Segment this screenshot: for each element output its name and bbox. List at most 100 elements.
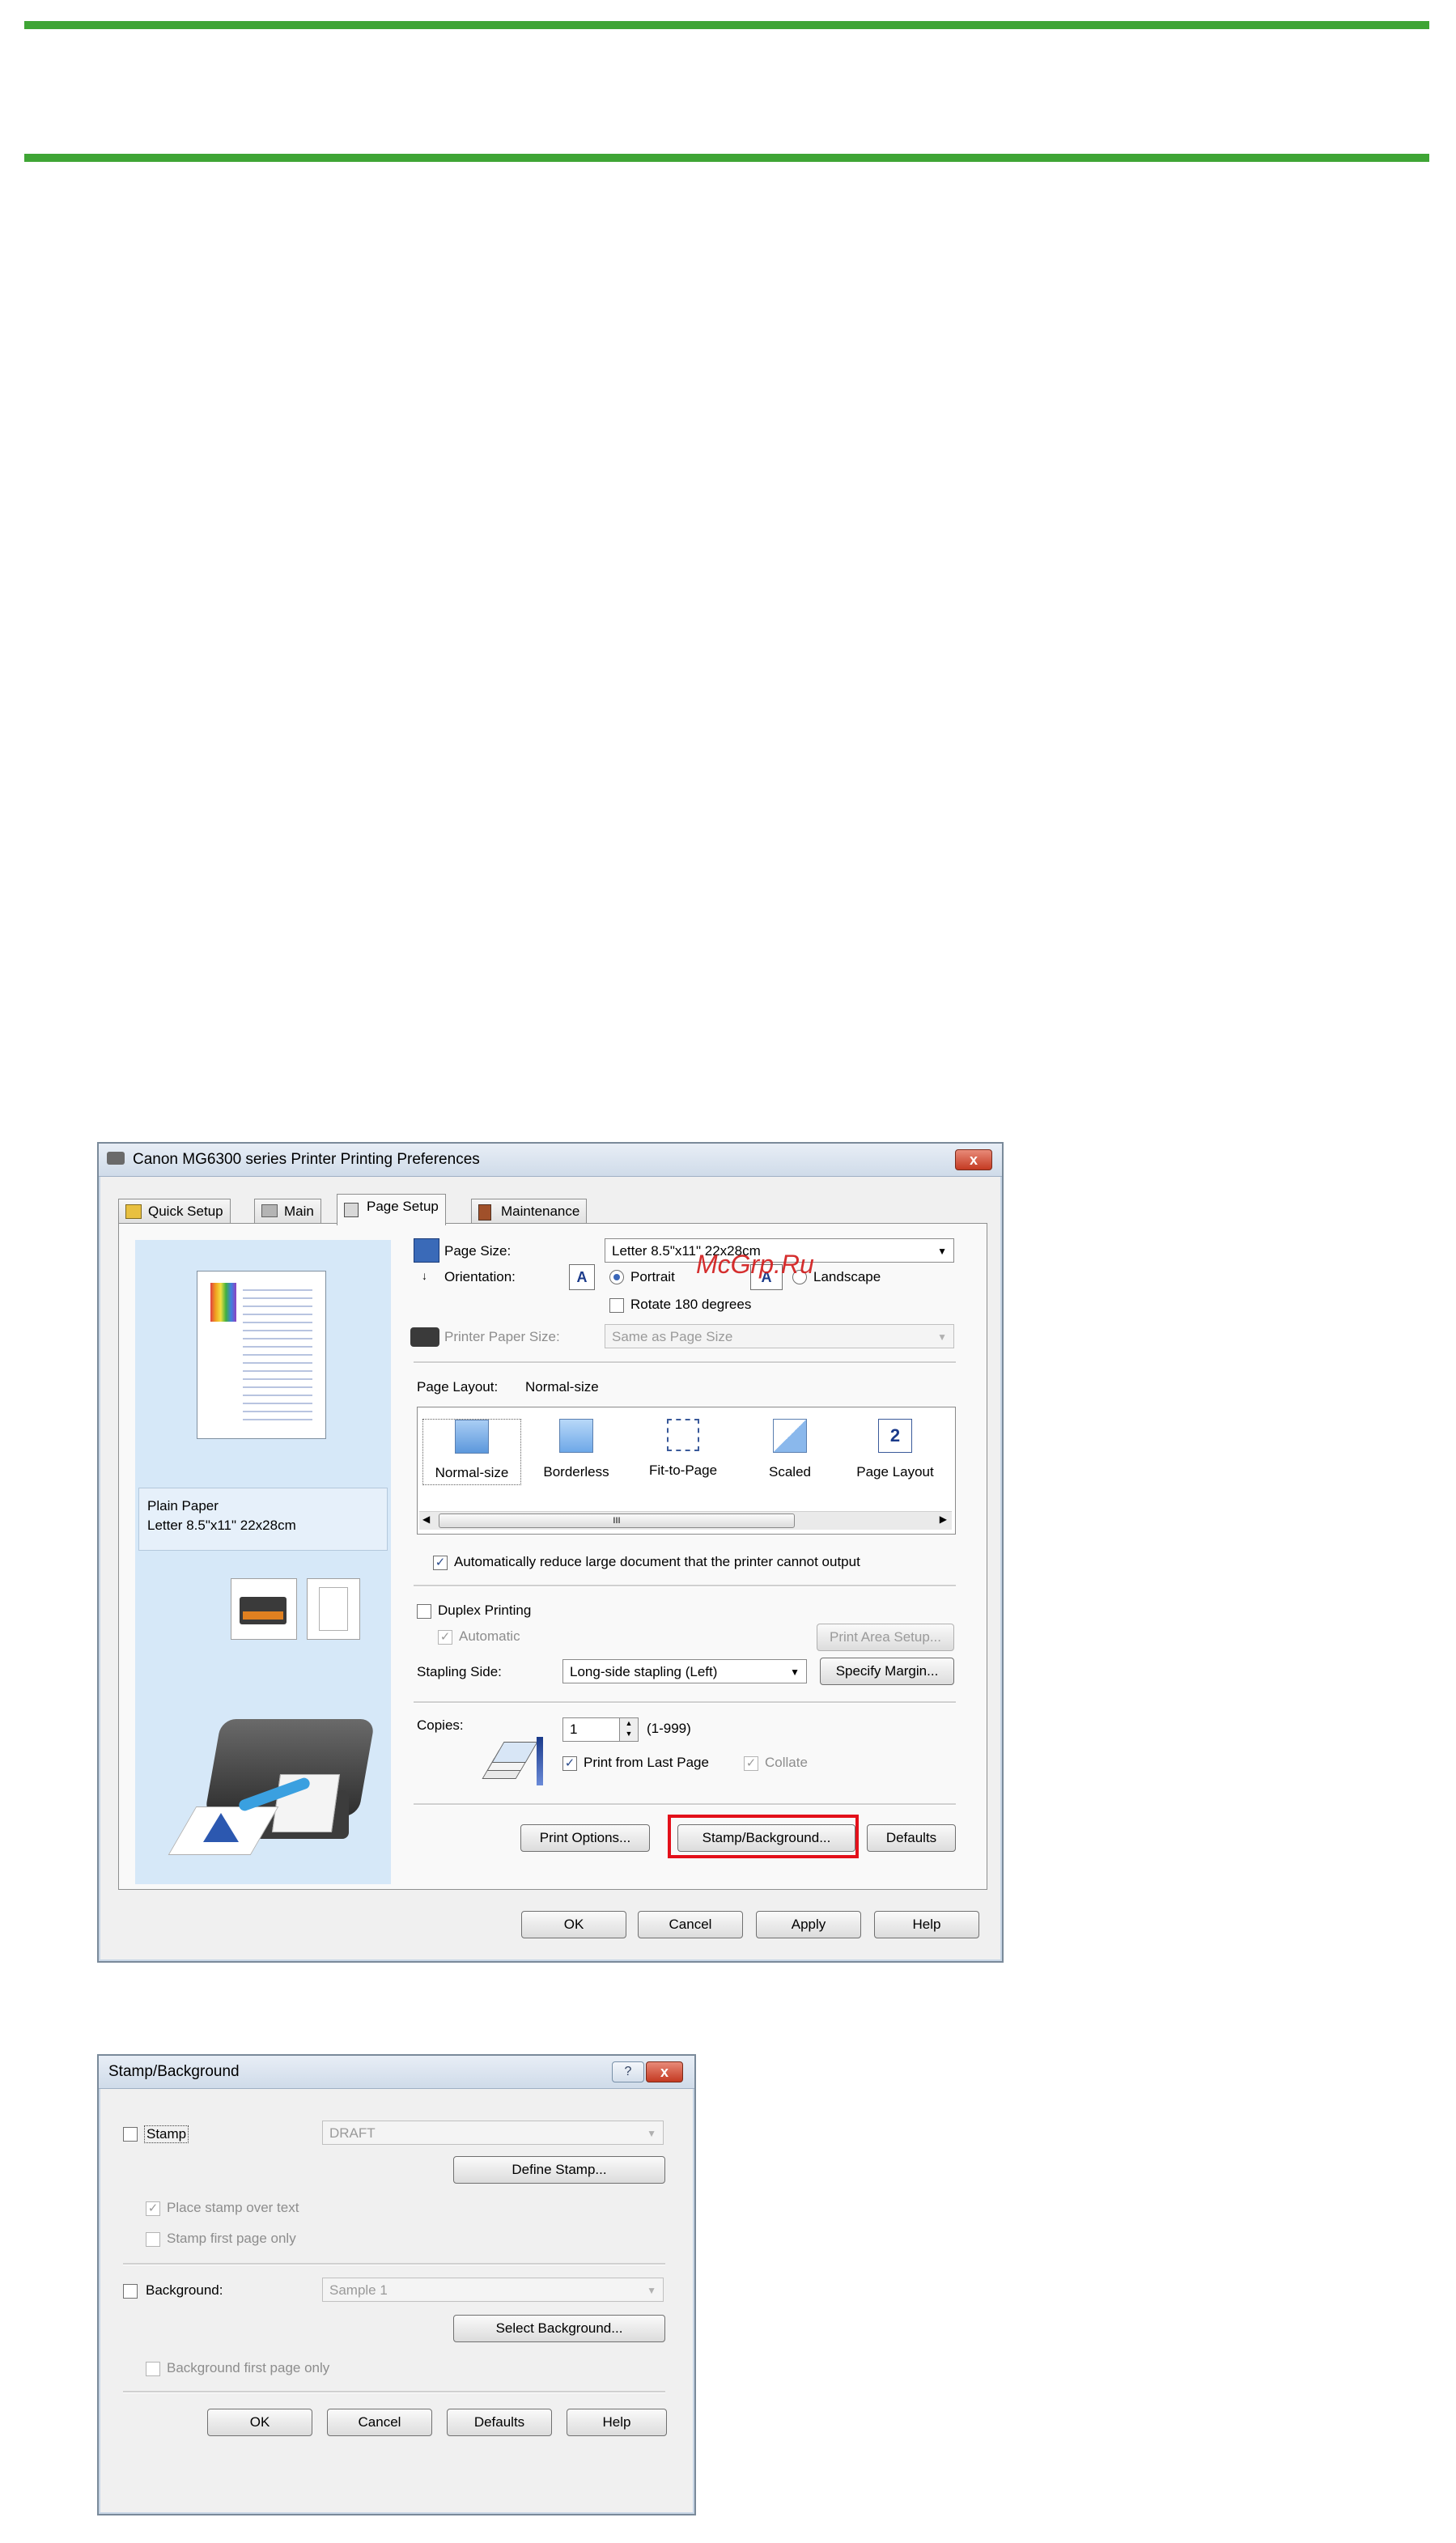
tab-quick-setup[interactable]: Quick Setup: [118, 1199, 231, 1224]
copies-stack-icon: [482, 1742, 538, 1785]
layout-option-fit-to-page[interactable]: Fit-to-Page: [635, 1419, 732, 1479]
layout-option-borderless[interactable]: Borderless: [528, 1419, 625, 1480]
layout-option-page-layout[interactable]: 2 Page Layout: [847, 1419, 944, 1480]
tab-quick-setup-label: Quick Setup: [148, 1204, 223, 1219]
stapling-side-select[interactable]: Long-side stapling (Left) ▼: [562, 1659, 807, 1683]
printer-illustration: [168, 1709, 376, 1863]
page-size-label: Page Size:: [444, 1243, 512, 1259]
printing-preferences-dialog: Canon MG6300 series Printer Printing Pre…: [97, 1142, 1004, 1963]
tab-page-setup[interactable]: Page Setup: [337, 1194, 446, 1225]
background-select[interactable]: Sample 1 ▼: [322, 2278, 664, 2302]
normal-size-icon: [455, 1420, 489, 1454]
page-setup-panel: Plain Paper Letter 8.5"x11" 22x28cm Page…: [118, 1223, 987, 1890]
scroll-left-icon[interactable]: ◀: [422, 1513, 430, 1525]
tab-maintenance[interactable]: Maintenance: [471, 1199, 588, 1224]
rotate-checkbox[interactable]: [609, 1298, 624, 1313]
separator: [414, 1701, 956, 1704]
place-stamp-over-text-checkbox[interactable]: ✓: [146, 2201, 160, 2216]
stamp-label[interactable]: Stamp: [144, 2125, 189, 2143]
automatic-label: Automatic: [459, 1628, 520, 1644]
portrait-label[interactable]: Portrait: [630, 1269, 675, 1285]
automatic-checkbox[interactable]: ✓: [438, 1630, 452, 1645]
stamp-background-highlight: [668, 1815, 859, 1858]
rotate-label[interactable]: Rotate 180 degrees: [630, 1297, 751, 1313]
background-first-page-checkbox[interactable]: [146, 2362, 160, 2376]
page-layout-icon: 2: [878, 1419, 912, 1453]
borderless-icon: [559, 1419, 593, 1453]
separator: [414, 1361, 956, 1364]
scroll-thumb[interactable]: III: [439, 1513, 795, 1528]
printer-paper-size-select[interactable]: Same as Page Size ▼: [605, 1324, 954, 1348]
layout-label: Fit-to-Page: [648, 1463, 718, 1478]
preview-color-image: [210, 1283, 236, 1322]
print-from-last-page-label[interactable]: Print from Last Page: [584, 1755, 709, 1771]
background-checkbox[interactable]: [123, 2284, 138, 2299]
top-rule: [24, 21, 1429, 29]
scroll-right-icon[interactable]: ▶: [940, 1513, 947, 1525]
background-value: Sample 1: [329, 2282, 388, 2298]
portrait-radio[interactable]: [609, 1270, 624, 1284]
page-size-icon: [414, 1238, 439, 1263]
ok-button[interactable]: OK: [521, 1911, 626, 1938]
preview-pane: Plain Paper Letter 8.5"x11" 22x28cm: [135, 1240, 391, 1884]
copies-order-icon: [537, 1737, 543, 1785]
help-question-icon[interactable]: ?: [612, 2061, 644, 2082]
chevron-down-icon: ▼: [647, 2128, 656, 2139]
define-stamp-button[interactable]: Define Stamp...: [453, 2156, 665, 2184]
separator: [123, 2391, 665, 2393]
print-area-setup-button[interactable]: Print Area Setup...: [817, 1624, 954, 1651]
landscape-label[interactable]: Landscape: [813, 1269, 881, 1285]
stamp-defaults-button[interactable]: Defaults: [447, 2409, 552, 2436]
main-tab-icon: [261, 1204, 278, 1217]
stamp-cancel-button[interactable]: Cancel: [327, 2409, 432, 2436]
stamp-select[interactable]: DRAFT ▼: [322, 2121, 664, 2145]
print-from-last-page-checkbox[interactable]: ✓: [562, 1756, 577, 1771]
auto-reduce-label[interactable]: Automatically reduce large document that…: [454, 1554, 860, 1570]
stamp-value: DRAFT: [329, 2125, 376, 2141]
maintenance-icon: [478, 1204, 491, 1221]
quick-setup-icon: [125, 1204, 142, 1219]
page-layout-label: Page Layout:: [417, 1379, 499, 1395]
printer-preview-icon[interactable]: [231, 1578, 297, 1640]
page-setup-icon: [344, 1203, 359, 1217]
specify-margin-button[interactable]: Specify Margin...: [820, 1658, 954, 1685]
stapling-side-label: Stapling Side:: [417, 1664, 502, 1679]
printer-paper-size-value: Same as Page Size: [612, 1329, 733, 1344]
media-info-box: Plain Paper Letter 8.5"x11" 22x28cm: [138, 1488, 388, 1551]
duplex-checkbox[interactable]: [417, 1604, 431, 1619]
header-bottom-rule: [24, 154, 1429, 162]
stamp-first-page-checkbox[interactable]: [146, 2232, 160, 2247]
separator: [414, 1585, 956, 1587]
paper-preview-icon[interactable]: [307, 1578, 360, 1640]
stamp-help-button[interactable]: Help: [567, 2409, 667, 2436]
select-background-button[interactable]: Select Background...: [453, 2315, 665, 2342]
collate-label: Collate: [765, 1755, 808, 1770]
layout-scrollbar[interactable]: ◀ III ▶: [419, 1511, 952, 1530]
collate-checkbox[interactable]: ✓: [744, 1756, 758, 1771]
main-close-button[interactable]: x: [955, 1149, 992, 1170]
background-first-page-label: Background first page only: [167, 2360, 330, 2375]
stamp-titlebar: Stamp/Background ? x: [99, 2056, 694, 2089]
copies-value: 1: [570, 1722, 578, 1737]
stamp-checkbox[interactable]: [123, 2127, 138, 2142]
auto-reduce-checkbox[interactable]: ✓: [433, 1556, 448, 1570]
printer-paper-size-icon: [410, 1327, 439, 1347]
background-label[interactable]: Background:: [146, 2282, 223, 2299]
cancel-button[interactable]: Cancel: [638, 1911, 743, 1938]
tab-maintenance-label: Maintenance: [501, 1204, 580, 1219]
copies-spinner[interactable]: ▲ ▼: [619, 1717, 639, 1742]
tab-main[interactable]: Main: [254, 1199, 321, 1224]
copies-input[interactable]: 1: [562, 1717, 621, 1742]
layout-option-scaled[interactable]: Scaled: [741, 1419, 838, 1480]
stamp-close-button[interactable]: x: [646, 2061, 683, 2082]
orientation-arrow-icon: ↓: [422, 1269, 427, 1282]
print-options-button[interactable]: Print Options...: [520, 1824, 650, 1852]
main-titlebar: Canon MG6300 series Printer Printing Pre…: [99, 1144, 1002, 1177]
duplex-label[interactable]: Duplex Printing: [438, 1603, 531, 1619]
stamp-ok-button[interactable]: OK: [207, 2409, 312, 2436]
layout-option-normal-size[interactable]: Normal-size: [422, 1419, 521, 1485]
defaults-button[interactable]: Defaults: [867, 1824, 956, 1852]
copies-label: Copies:: [417, 1717, 464, 1733]
apply-button[interactable]: Apply: [756, 1911, 861, 1938]
help-button[interactable]: Help: [874, 1911, 979, 1938]
